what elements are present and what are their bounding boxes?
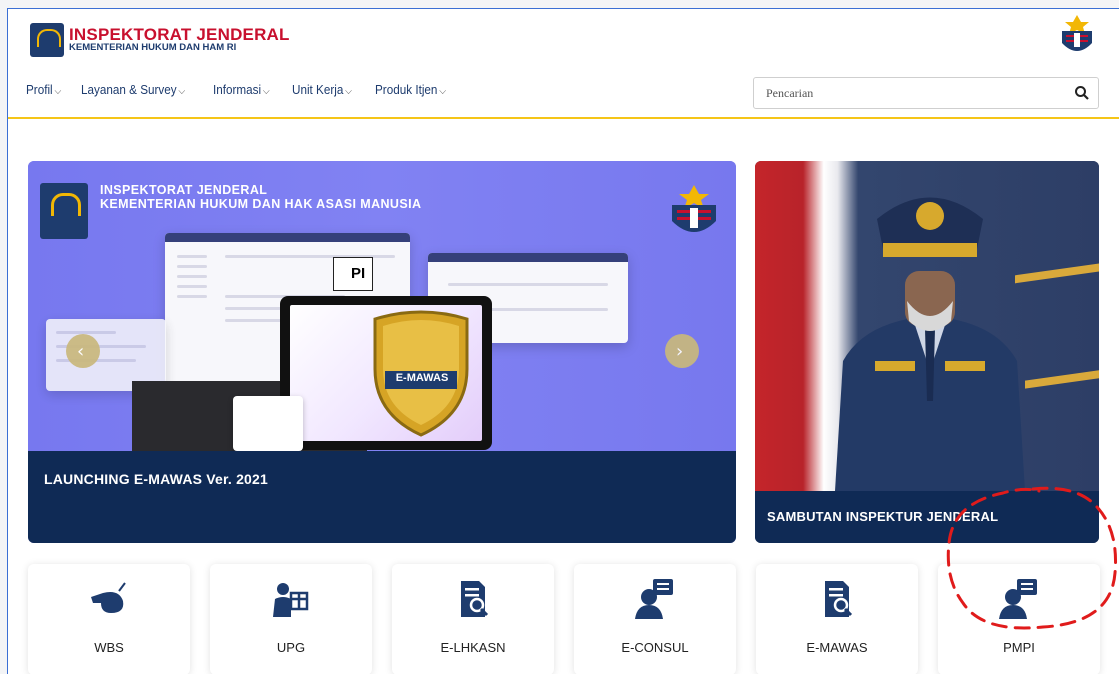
itjen-badge-icon: [672, 185, 716, 232]
nav-informasi[interactable]: Informasi ⌵: [213, 82, 270, 97]
carousel-next-button[interactable]: ›: [665, 334, 699, 368]
service-tile-upg[interactable]: UPG: [210, 564, 372, 674]
nav-label: Unit Kerja: [292, 82, 344, 97]
service-label: UPG: [276, 640, 306, 655]
hero-caption[interactable]: LAUNCHING E-MAWAS Ver. 2021: [44, 471, 268, 487]
browser-viewport: INSPEKTORAT JENDERAL KEMENTERIAN HUKUM D…: [7, 8, 1119, 674]
chevron-right-icon: ›: [676, 341, 684, 362]
e-mawas-shield-text: E-MAWAS: [395, 372, 449, 384]
inspector-general-photo: [755, 161, 1099, 491]
service-tile-wbs[interactable]: WBS: [28, 564, 190, 674]
main-nav: Profil ⌵ Layanan & Survey ⌵ Informasi ⌵ Uni…: [26, 82, 470, 97]
overlay-label-box: PI: [333, 257, 373, 291]
brand-subtitle: KEMENTERIAN HUKUM DAN HAM RI: [69, 42, 237, 53]
service-tile-e-lhkasn[interactable]: E-LHKASN: [392, 564, 554, 674]
search-box: [753, 77, 1099, 109]
service-label: PMPI: [1003, 640, 1035, 655]
pengayoman-logo: [40, 183, 88, 239]
id-card-mockup: [233, 396, 303, 451]
service-label: E-CONSUL: [621, 640, 689, 655]
chevron-down-icon: ⌵: [262, 86, 270, 97]
hero-institution-line1: INSPEKTORAT JENDERAL: [100, 183, 268, 197]
kemenkumham-logo[interactable]: [30, 23, 64, 57]
service-label: E-MAWAS: [806, 640, 868, 655]
site-header: INSPEKTORAT JENDERAL KEMENTERIAN HUKUM D…: [8, 9, 1119, 119]
service-tile-e-consul[interactable]: E-CONSUL: [574, 564, 736, 674]
chevron-down-icon: ⌵: [439, 86, 446, 97]
carousel-prev-button[interactable]: ‹: [66, 334, 100, 368]
service-label: E-LHKASN: [440, 640, 506, 655]
gift-icon: [273, 583, 309, 617]
hero-carousel[interactable]: INSPEKTORAT JENDERAL KEMENTERIAN HUKUM D…: [28, 161, 736, 543]
chevron-left-icon: ‹: [77, 341, 85, 362]
gold-stripe: [1025, 369, 1099, 389]
nav-unit-kerja[interactable]: Unit Kerja ⌵: [292, 82, 352, 97]
document-search-icon: [825, 581, 853, 617]
nav-label: Layanan & Survey: [81, 82, 177, 97]
whistle-icon: [91, 582, 126, 613]
itjen-badge-icon: [1062, 15, 1092, 51]
chevron-down-icon: ⌵: [178, 86, 186, 97]
chevron-down-icon: ⌵: [54, 86, 62, 97]
red-dashed-annotation: [946, 486, 1118, 630]
nav-layanan-survey[interactable]: Layanan & Survey ⌵: [81, 82, 185, 97]
document-search-icon: [461, 581, 489, 617]
hero-slide-image: INSPEKTORAT JENDERAL KEMENTERIAN HUKUM D…: [28, 161, 736, 451]
nav-label: Informasi: [213, 82, 262, 97]
chevron-down-icon: ⌵: [345, 86, 353, 97]
nav-label: Profil: [26, 82, 53, 97]
nav-profil[interactable]: Profil ⌵: [26, 82, 61, 97]
consult-icon: [635, 579, 673, 619]
search-input[interactable]: [754, 78, 1054, 108]
nav-label: Produk Itjen: [374, 82, 438, 97]
service-label: WBS: [94, 640, 124, 655]
hero-caption-bar: LAUNCHING E-MAWAS Ver. 2021: [28, 451, 736, 543]
search-icon[interactable]: [1074, 85, 1090, 101]
inspector-portrait: [835, 197, 1025, 491]
nav-produk-itjen[interactable]: Produk Itjen ⌵: [375, 82, 446, 97]
hero-institution-line2: KEMENTERIAN HUKUM DAN HAK ASASI MANUSIA: [100, 197, 422, 211]
service-tile-e-mawas[interactable]: E-MAWAS: [756, 564, 918, 674]
